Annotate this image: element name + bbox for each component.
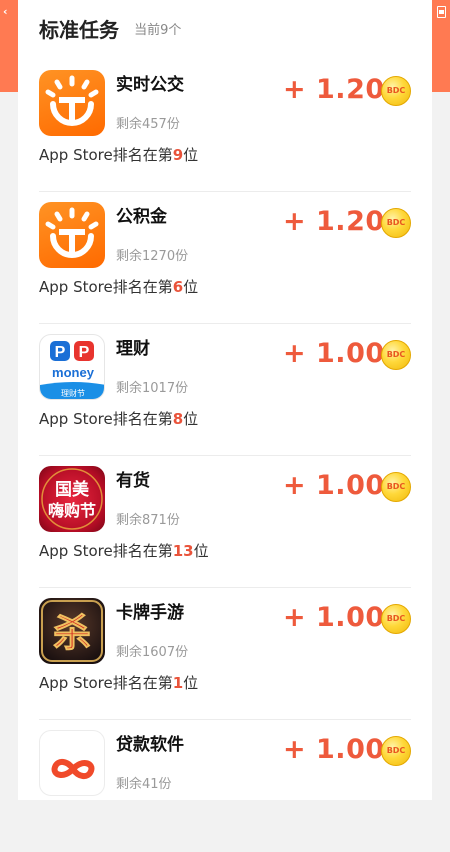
- task-row[interactable]: 公积金 剩余1270份 App Store排名在第6位 + 1.20 BDC: [39, 192, 411, 324]
- task-remaining: 剩余1270份: [116, 249, 189, 264]
- task-rank: App Store排名在第1位: [39, 674, 199, 692]
- task-row[interactable]: 实时公交 剩余457份 App Store排名在第9位 + 1.20 BDC: [39, 60, 411, 192]
- bdc-coin-icon: BDC: [381, 736, 411, 766]
- task-reward: + 1.20: [283, 206, 385, 237]
- fund-app-icon: [39, 202, 105, 268]
- task-name: 理财: [116, 339, 150, 359]
- task-reward: + 1.00: [283, 734, 385, 765]
- svg-text:P: P: [79, 344, 90, 361]
- task-rank: App Store排名在第8位: [39, 410, 199, 428]
- svg-text:P: P: [55, 344, 66, 361]
- battery-icon: [437, 6, 446, 18]
- bdc-coin-icon: BDC: [381, 472, 411, 502]
- pp-money-app-icon: P P money 理财节: [39, 334, 105, 400]
- svg-text:杀: 杀: [53, 610, 91, 655]
- task-rank: App Store排名在第6位: [39, 278, 199, 296]
- task-rank: App Store排名在第13位: [39, 542, 209, 560]
- bdc-coin-icon: BDC: [381, 76, 411, 106]
- task-name: 实时公交: [116, 75, 184, 95]
- task-name: 卡牌手游: [116, 603, 184, 623]
- bdc-coin-icon: BDC: [381, 340, 411, 370]
- side-banner-left: ‹: [0, 0, 18, 92]
- task-remaining: 剩余41份: [116, 777, 172, 792]
- task-row[interactable]: P P money 理财节 理财 剩余1017份 App Store排名在第8位…: [39, 324, 411, 456]
- task-reward: + 1.20: [283, 74, 385, 105]
- rank-number: 1: [172, 674, 184, 692]
- task-remaining: 剩余871份: [116, 513, 180, 528]
- task-name: 有货: [116, 471, 150, 491]
- task-reward: + 1.00: [283, 338, 385, 369]
- rank-number: 13: [172, 542, 194, 560]
- svg-text:嗨购节: 嗨购节: [48, 501, 96, 520]
- gome-shopping-festival-app-icon: 国美 嗨购节: [39, 466, 105, 532]
- svg-text:理财节: 理财节: [61, 388, 85, 398]
- card-game-app-icon: 杀: [39, 598, 105, 664]
- task-name: 公积金: [116, 207, 167, 227]
- section-header: 标准任务 当前9个: [39, 14, 181, 44]
- rank-number: 9: [172, 146, 184, 164]
- bus-app-icon: [39, 70, 105, 136]
- svg-text:money: money: [52, 365, 95, 380]
- task-row[interactable]: 贷款软件 剩余41份 + 1.00 BDC: [39, 720, 411, 852]
- task-reward: + 1.00: [283, 602, 385, 633]
- section-title: 标准任务: [39, 18, 119, 42]
- task-rank: App Store排名在第9位: [39, 146, 199, 164]
- task-remaining: 剩余1017份: [116, 381, 189, 396]
- back-chevron-icon[interactable]: ‹: [3, 6, 13, 18]
- task-row[interactable]: 国美 嗨购节 有货 剩余871份 App Store排名在第13位 + 1.00…: [39, 456, 411, 588]
- task-row[interactable]: 杀 卡牌手游 剩余1607份 App Store排名在第1位 + 1.00 BD…: [39, 588, 411, 720]
- task-reward: + 1.00: [283, 470, 385, 501]
- rank-number: 8: [172, 410, 184, 428]
- bdc-coin-icon: BDC: [381, 208, 411, 238]
- side-banner-right: [432, 0, 450, 92]
- task-remaining: 剩余457份: [116, 117, 180, 132]
- task-name: 贷款软件: [116, 735, 184, 755]
- task-list-card: 标准任务 当前9个 实时公交 剩余457份 App Store排名在第9位 + …: [18, 0, 432, 800]
- task-count: 当前9个: [134, 23, 182, 38]
- task-remaining: 剩余1607份: [116, 645, 189, 660]
- bdc-coin-icon: BDC: [381, 604, 411, 634]
- svg-text:国美: 国美: [55, 479, 90, 500]
- rank-number: 6: [172, 278, 184, 296]
- infinity-loan-app-icon: [39, 730, 105, 796]
